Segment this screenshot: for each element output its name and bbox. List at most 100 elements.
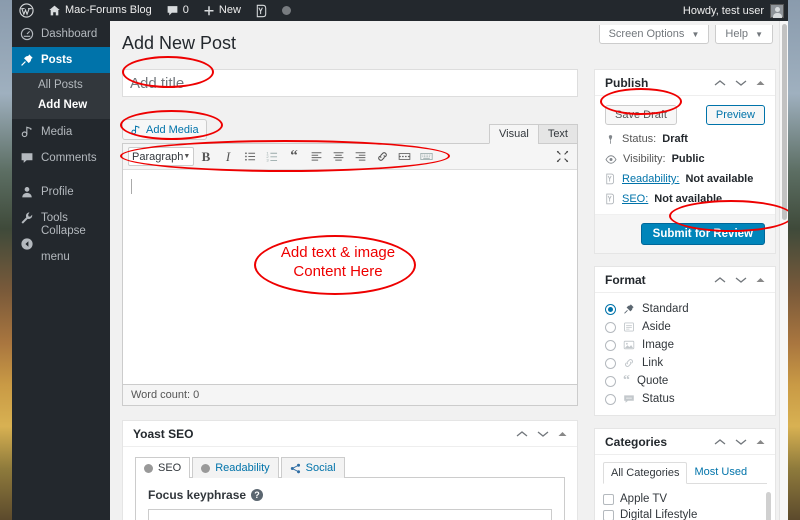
help-icon[interactable]: ? <box>251 489 264 501</box>
sidebar-item-posts[interactable]: Posts <box>12 47 118 73</box>
format-option-aside[interactable]: Aside <box>605 318 765 336</box>
radio-link[interactable] <box>605 357 616 369</box>
wordpress-logo-button[interactable] <box>12 0 41 21</box>
focus-keyphrase-input[interactable] <box>148 509 552 520</box>
blockquote-icon[interactable]: “ <box>284 147 304 167</box>
checkbox[interactable] <box>603 493 614 505</box>
dashboard-icon <box>20 27 34 41</box>
screen-options-button[interactable]: Screen Options ▼ <box>598 25 710 44</box>
toolbar-toggle-icon[interactable] <box>416 147 436 167</box>
status-bullet-icon <box>201 463 211 473</box>
sidebar-item-dashboard[interactable]: Dashboard <box>12 21 110 47</box>
read-more-icon[interactable] <box>394 147 414 167</box>
my-account-menu[interactable]: Howdy, test user <box>683 3 788 18</box>
sidebar-item-all-posts[interactable]: All Posts <box>12 75 110 95</box>
format-option-image[interactable]: Image <box>605 336 765 354</box>
sidebar-item-comments[interactable]: Comments <box>12 145 110 171</box>
link-icon[interactable] <box>372 147 392 167</box>
tab-seo[interactable]: SEO <box>135 457 191 478</box>
chevron-down-icon[interactable] <box>735 276 747 284</box>
sidebar-item-add-new[interactable]: Add New <box>12 95 110 115</box>
sidebar-item-profile[interactable]: Profile <box>12 179 110 205</box>
readability-link[interactable]: Readability: <box>622 173 679 185</box>
yoast-tabs: SEO Readability Social <box>135 457 565 478</box>
post-title-placeholder: Add title <box>130 74 185 92</box>
metabox-controls <box>714 276 765 284</box>
sidebar-item-label: Posts <box>41 54 73 66</box>
publish-metabox: Publish Save Draft Preview Status: Draft… <box>594 69 776 254</box>
visibility-label: Visibility: <box>623 153 666 165</box>
page-title: Add New Post <box>122 33 237 53</box>
save-draft-button[interactable]: Save Draft <box>605 105 677 125</box>
categories-checklist: Apple TV Digital Lifestyle Movies Music <box>595 484 775 520</box>
italic-icon[interactable]: I <box>218 147 238 167</box>
help-button[interactable]: Help ▼ <box>715 25 773 44</box>
chevron-up-icon[interactable] <box>516 430 528 438</box>
preview-button[interactable]: Preview <box>705 105 765 125</box>
tab-text[interactable]: Text <box>537 124 578 144</box>
radio-image[interactable] <box>605 339 616 351</box>
distraction-free-icon[interactable] <box>552 147 572 167</box>
sidebar-item-collapse-menu[interactable]: Collapse menu <box>12 225 110 263</box>
site-name-menu[interactable]: Mac-Forums Blog <box>41 0 159 21</box>
collapse-triangle-icon[interactable] <box>558 431 567 437</box>
radio-aside[interactable] <box>605 321 616 333</box>
yoast-metabox-title: Yoast SEO <box>133 426 194 441</box>
seo-link[interactable]: SEO: <box>622 193 648 205</box>
seo-value: Not available <box>654 193 723 205</box>
radio-quote[interactable] <box>605 375 616 387</box>
align-center-icon[interactable] <box>328 147 348 167</box>
numbered-list-icon[interactable]: 1 2 3 <box>262 147 282 167</box>
post-title-input[interactable]: Add title <box>122 69 578 97</box>
tab-social[interactable]: Social <box>280 457 345 478</box>
sidebar-item-label: Profile <box>41 186 74 198</box>
tab-readability-label: Readability <box>215 462 270 474</box>
chevron-down-icon[interactable] <box>735 438 747 446</box>
avatar <box>770 3 784 18</box>
format-option-quote[interactable]: “ Quote <box>605 372 765 390</box>
category-item-digital-lifestyle[interactable]: Digital Lifestyle <box>603 507 767 520</box>
chevron-up-icon[interactable] <box>714 276 726 284</box>
align-left-icon[interactable] <box>306 147 326 167</box>
focus-keyphrase-label-row: Focus keyphrase ? <box>148 488 552 502</box>
yoast-seo-menu[interactable] <box>248 0 275 21</box>
chevron-up-icon[interactable] <box>714 79 726 87</box>
page-scrollbar[interactable] <box>779 21 788 520</box>
comment-bubble-icon <box>166 4 179 17</box>
collapse-triangle-icon[interactable] <box>756 277 765 283</box>
yoast-metabox-body: SEO Readability Social Focus keyphrase ? <box>123 447 577 520</box>
new-content-menu[interactable]: New <box>196 0 248 21</box>
collapse-triangle-icon[interactable] <box>756 80 765 86</box>
align-right-icon[interactable] <box>350 147 370 167</box>
sidebar-item-label: Media <box>41 126 73 138</box>
format-option-link[interactable]: Link <box>605 354 765 372</box>
category-item-apple-tv[interactable]: Apple TV <box>603 491 767 507</box>
site-name-label: Mac-Forums Blog <box>65 4 152 16</box>
comments-bubble-button[interactable]: 0 <box>159 0 196 21</box>
scrollbar-thumb[interactable] <box>782 24 787 220</box>
tab-readability[interactable]: Readability <box>192 457 279 478</box>
seo-row: SEO: Not available <box>605 193 765 205</box>
chevron-down-icon[interactable] <box>537 430 549 438</box>
admin-bar-status-dot[interactable] <box>275 0 298 21</box>
format-option-status[interactable]: Status <box>605 390 765 408</box>
chevron-up-icon[interactable] <box>714 438 726 446</box>
checkbox[interactable] <box>603 509 614 520</box>
sidebar-item-media[interactable]: Media <box>12 119 110 145</box>
radio-standard[interactable] <box>605 303 616 315</box>
tab-all-categories[interactable]: All Categories <box>603 462 688 484</box>
radio-status[interactable] <box>605 393 616 405</box>
collapse-triangle-icon[interactable] <box>756 439 765 445</box>
submit-for-review-button[interactable]: Submit for Review <box>640 223 765 245</box>
editor-tools-row: Add Media Visual Text <box>122 119 578 144</box>
add-media-button[interactable]: Add Media <box>122 119 207 140</box>
bulleted-list-icon[interactable] <box>240 147 260 167</box>
tab-visual[interactable]: Visual <box>489 124 539 144</box>
format-option-standard[interactable]: Standard <box>605 300 765 318</box>
categories-scrollbar[interactable] <box>766 492 771 520</box>
screen-meta-links: Screen Options ▼ Help ▼ <box>598 25 773 44</box>
bold-icon[interactable]: B <box>196 147 216 167</box>
chevron-down-icon[interactable] <box>735 79 747 87</box>
paragraph-format-select[interactable]: Paragraph ▼ <box>128 147 194 166</box>
tab-most-used[interactable]: Most Used <box>687 462 754 483</box>
